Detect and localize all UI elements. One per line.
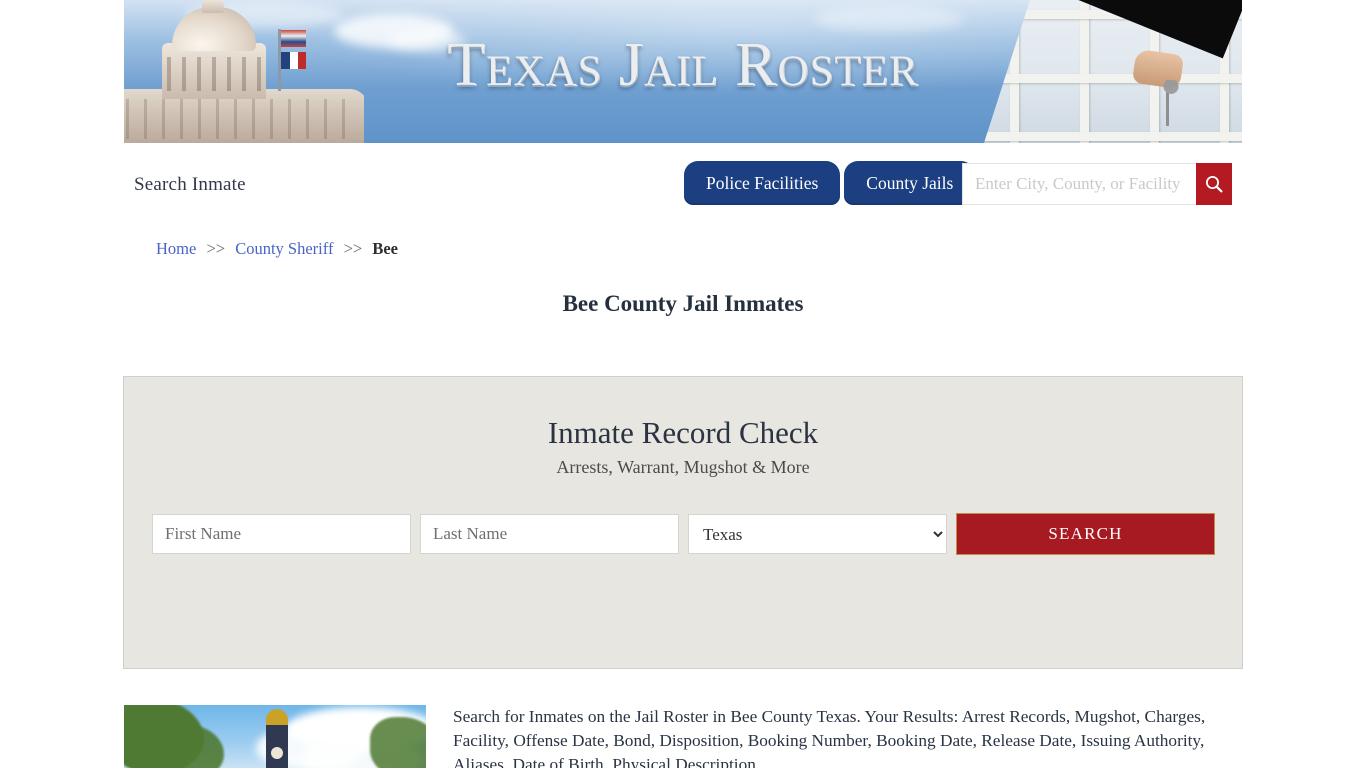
facility-search-input[interactable] — [962, 163, 1196, 205]
inmate-record-check-card: Inmate Record Check Arrests, Warrant, Mu… — [123, 376, 1243, 669]
tab-police-facilities[interactable]: Police Facilities — [684, 161, 841, 205]
header-search-button[interactable] — [1196, 163, 1232, 205]
record-check-form: Texas SEARCH — [152, 513, 1216, 555]
site-banner: Texas Jail Roster — [124, 0, 1242, 143]
page-root: Texas Jail Roster Search Inmate Police F… — [0, 0, 1366, 768]
bar-horizontal — [984, 132, 1242, 141]
cloud-decor — [814, 6, 964, 32]
breadcrumb-separator: >> — [343, 239, 363, 258]
record-check-heading: Inmate Record Check — [547, 415, 819, 450]
tree-decor — [158, 725, 224, 768]
article-body: Search for Inmates on the Jail Roster in… — [453, 707, 1206, 768]
capitol-lantern — [202, 0, 224, 13]
last-name-input[interactable] — [420, 514, 679, 554]
breadcrumb-item-current: Bee — [372, 239, 398, 258]
tab-county-jails[interactable]: County Jails — [844, 161, 976, 205]
search-icon — [1206, 176, 1223, 193]
record-check-search-button[interactable]: SEARCH — [956, 513, 1215, 555]
page-title: Bee County Jail Inmates — [562, 291, 804, 316]
record-check-subheading: Arrests, Warrant, Mugshot & More — [556, 457, 810, 477]
clock-face-icon — [269, 745, 285, 761]
header-search — [962, 163, 1232, 205]
banner-title: Texas Jail Roster — [447, 31, 919, 99]
state-select[interactable]: Texas — [688, 514, 947, 554]
breadcrumb-separator: >> — [206, 239, 226, 258]
courthouse-thumbnail — [124, 705, 426, 768]
breadcrumb-item-county-sheriff[interactable]: County Sheriff — [235, 239, 333, 258]
breadcrumb: Home >> County Sheriff >> Bee — [156, 239, 398, 259]
site-brand: Search Inmate — [134, 174, 246, 195]
tree-decor — [370, 717, 426, 768]
first-name-input[interactable] — [152, 514, 411, 554]
nav-tabs: Police Facilities County Jails — [684, 161, 979, 205]
breadcrumb-item-home[interactable]: Home — [156, 239, 196, 258]
header-nav: Search Inmate Police Facilities County J… — [124, 143, 1242, 223]
